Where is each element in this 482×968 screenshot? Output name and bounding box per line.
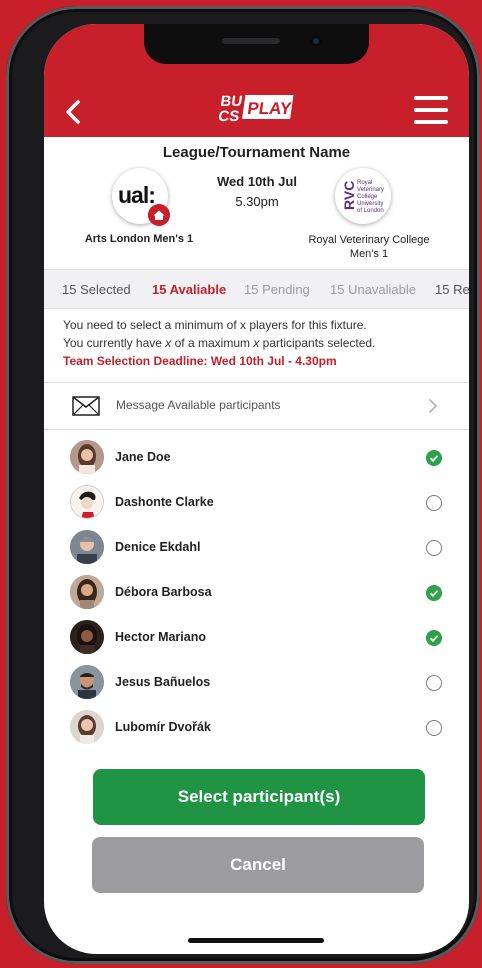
- participant-row[interactable]: Hector Mariano: [44, 616, 469, 661]
- participant-name: Hector Mariano: [115, 630, 206, 644]
- away-team-logo-text: RVC: [341, 180, 357, 210]
- front-camera: [310, 35, 322, 47]
- app-header: BU CS PLAY: [44, 24, 469, 137]
- fixture-date: Wed 10th Jul: [217, 174, 297, 189]
- participant-name: Dashonte Clarke: [115, 495, 214, 509]
- participant-row[interactable]: Denice Ekdahl: [44, 526, 469, 571]
- fixture-time: 5.30pm: [235, 194, 279, 209]
- avatar: [70, 620, 104, 654]
- speaker-grille: [222, 38, 280, 44]
- chevron-right-icon: [429, 399, 438, 413]
- notice-text: of a maximum: [171, 336, 254, 350]
- avatar: [70, 665, 104, 699]
- cancel-button[interactable]: Cancel: [92, 837, 424, 893]
- select-participants-button[interactable]: Select participant(s): [93, 769, 425, 825]
- away-team-logo-subtext: Royal Veterinary College University of L…: [357, 180, 385, 214]
- participant-name: Jesus Bañuelos: [115, 675, 211, 689]
- radio-circle-icon[interactable]: [426, 675, 442, 691]
- check-circle-icon[interactable]: [426, 585, 442, 601]
- hamburger-menu-icon[interactable]: [414, 96, 448, 124]
- app-screen: BU CS PLAY League/Tournament Name ual: W…: [44, 24, 469, 954]
- selection-notice: You need to select a minimum of x player…: [63, 316, 463, 370]
- svg-text:PLAY: PLAY: [246, 99, 293, 118]
- participant-row[interactable]: Dashonte Clarke: [44, 481, 469, 526]
- participant-name: Lubomír Dvořák: [115, 720, 211, 734]
- status-tabs: 15 Selected 15 Avaliable 15 Pending 15 U…: [44, 269, 469, 309]
- participant-name: Jane Doe: [115, 450, 171, 464]
- away-team-name: Royal Veterinary College Men's 1: [308, 234, 430, 260]
- avatar: [70, 530, 104, 564]
- chevron-left-icon[interactable]: [60, 94, 88, 130]
- notice-text: You currently have: [63, 336, 166, 350]
- home-team-logo-text: ual:: [118, 182, 156, 208]
- participant-row[interactable]: Jane Doe: [44, 436, 469, 481]
- device-notch: [144, 24, 369, 64]
- message-available-row[interactable]: Message Available participants: [44, 382, 469, 430]
- check-circle-icon[interactable]: [426, 630, 442, 646]
- check-circle-icon[interactable]: [426, 450, 442, 466]
- radio-circle-icon[interactable]: [426, 540, 442, 556]
- radio-circle-icon[interactable]: [426, 495, 442, 511]
- home-team-name: Arts London Men's 1: [84, 233, 194, 245]
- avatar: [70, 710, 104, 744]
- home-icon: [148, 204, 170, 226]
- tab-selected[interactable]: 15 Selected: [62, 282, 131, 297]
- tab-reserves[interactable]: 15 Re: [435, 282, 469, 297]
- participant-row[interactable]: Jesus Bañuelos: [44, 661, 469, 706]
- svg-text:CS: CS: [217, 108, 240, 123]
- tab-unavailable[interactable]: 15 Unavaliable: [330, 282, 416, 297]
- min-players-text: You need to select a minimum of x player…: [63, 318, 367, 332]
- participant-row[interactable]: Débora Barbosa: [44, 571, 469, 616]
- away-team-logo[interactable]: RVC Royal Veterinary College University …: [335, 168, 391, 224]
- max-participants-text: You currently have x of a maximum x part…: [63, 334, 463, 352]
- participant-name: Denice Ekdahl: [115, 540, 201, 554]
- radio-circle-icon[interactable]: [426, 720, 442, 736]
- selection-deadline: Team Selection Deadline: Wed 10th Jul - …: [63, 354, 337, 368]
- tab-available[interactable]: 15 Avaliable: [152, 282, 226, 297]
- bucs-play-logo[interactable]: BU CS PLAY: [216, 91, 298, 123]
- avatar: [70, 485, 104, 519]
- envelope-icon: [72, 396, 100, 416]
- home-team-logo[interactable]: ual:: [112, 168, 170, 226]
- avatar: [70, 440, 104, 474]
- tournament-title: League/Tournament Name: [162, 144, 351, 161]
- phone-frame: BU CS PLAY League/Tournament Name ual: W…: [6, 6, 480, 964]
- message-available-label: Message Available participants: [116, 398, 281, 412]
- avatar: [70, 575, 104, 609]
- home-indicator[interactable]: [188, 938, 324, 943]
- participant-name: Débora Barbosa: [115, 585, 212, 599]
- notice-text: participants selected.: [259, 336, 376, 350]
- participant-row[interactable]: Lubomír Dvořák: [44, 706, 469, 751]
- tab-pending[interactable]: 15 Pending: [244, 282, 310, 297]
